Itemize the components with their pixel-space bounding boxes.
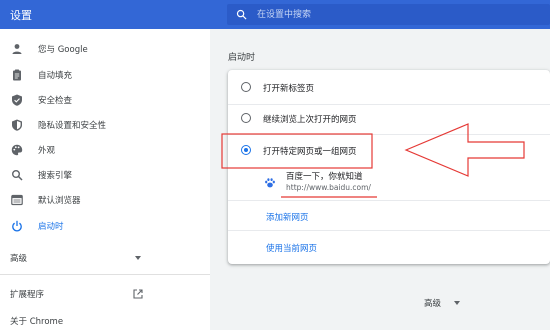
clipboard-icon: [13, 69, 21, 81]
search-icon: [12, 170, 23, 181]
sidebar-item-label: 您与 Google: [38, 45, 88, 55]
sidebar-item-about-chrome[interactable]: 关于 Chrome: [0, 311, 210, 330]
sidebar-item-safety-check[interactable]: 安全检查: [0, 88, 210, 112]
startup-card: 打开新标签页 继续浏览上次打开的网页 打开特定网页或一组网页 百度一下，你就知道…: [228, 70, 550, 264]
sidebar-item-label: 自动填充: [38, 71, 73, 81]
browser-icon: [11, 194, 23, 206]
paw-icon: [265, 178, 275, 188]
sidebar-item-label: 隐私设置和安全性: [38, 121, 107, 131]
option-label: 打开特定网页或一组网页: [263, 147, 357, 157]
sidebar-item-default-browser[interactable]: 默认浏览器: [0, 188, 210, 212]
extensions-label: 扩展程序: [10, 290, 45, 300]
chevron-down-icon: [135, 256, 141, 260]
top-bar: 设置: [0, 0, 550, 29]
sidebar-item-you-and-google[interactable]: 您与 Google: [0, 37, 210, 61]
sidebar-item-privacy-security[interactable]: 隐私设置和安全性: [0, 113, 210, 137]
advanced-button[interactable]: 高级: [424, 297, 441, 309]
startup-page-title: 百度一下，你就知道: [286, 172, 363, 182]
startup-page-entry[interactable]: 百度一下，你就知道 http://www.baidu.com/: [228, 168, 550, 198]
open-in-new-icon: [133, 289, 143, 299]
settings-title: 设置: [10, 9, 32, 22]
option-open-new-tab[interactable]: 打开新标签页: [228, 74, 550, 103]
advanced-label: 高级: [10, 254, 28, 264]
search-box[interactable]: [227, 4, 550, 25]
startup-page-url: http://www.baidu.com/: [286, 183, 371, 192]
sidebar-item-search-engine[interactable]: 搜索引擎: [0, 163, 210, 187]
option-continue-where-left-off[interactable]: 继续浏览上次打开的网页: [228, 105, 550, 134]
sidebar-divider: [0, 274, 210, 275]
startup-section-title: 启动时: [228, 53, 256, 63]
about-chrome-label: 关于 Chrome: [10, 317, 64, 327]
use-current-pages-link[interactable]: 使用当前网页: [266, 242, 317, 254]
sidebar-item-label: 启动时: [38, 222, 64, 232]
radio-continue[interactable]: [241, 113, 251, 123]
sidebar-item-appearance[interactable]: 外观: [0, 138, 210, 162]
sidebar-item-label: 搜索引擎: [38, 171, 73, 181]
sidebar-item-label: 外观: [38, 146, 56, 156]
power-icon: [12, 220, 22, 232]
sidebar: 您与 Google 自动填充 安全检查 隐私设置和安全性 外观 搜索引擎 默认浏…: [0, 29, 210, 330]
sidebar-item-extensions[interactable]: 扩展程序: [0, 284, 210, 304]
person-icon: [12, 44, 22, 54]
radio-open-new-tab[interactable]: [241, 82, 251, 92]
shield-check-icon: [12, 94, 22, 106]
sidebar-item-label: 安全检查: [38, 96, 73, 106]
option-open-specific-pages[interactable]: 打开特定网页或一组网页: [228, 137, 550, 166]
option-divider: [228, 230, 550, 231]
palette-icon: [11, 144, 23, 156]
advanced-toggle[interactable]: 高级: [0, 248, 210, 268]
option-divider: [228, 134, 550, 135]
sidebar-item-label: 默认浏览器: [38, 196, 81, 206]
sidebar-item-on-startup[interactable]: 启动时: [0, 214, 210, 238]
search-input[interactable]: [257, 4, 537, 25]
sidebar-item-autofill[interactable]: 自动填充: [0, 63, 210, 87]
search-icon: [236, 9, 247, 20]
radio-open-specific-pages[interactable]: [241, 145, 251, 155]
add-new-page-link[interactable]: 添加新网页: [266, 211, 309, 223]
option-divider: [228, 200, 550, 201]
option-label: 继续浏览上次打开的网页: [263, 115, 357, 125]
chevron-down-icon: [454, 301, 460, 305]
option-label: 打开新标签页: [263, 84, 315, 94]
shield-icon: [12, 119, 22, 131]
